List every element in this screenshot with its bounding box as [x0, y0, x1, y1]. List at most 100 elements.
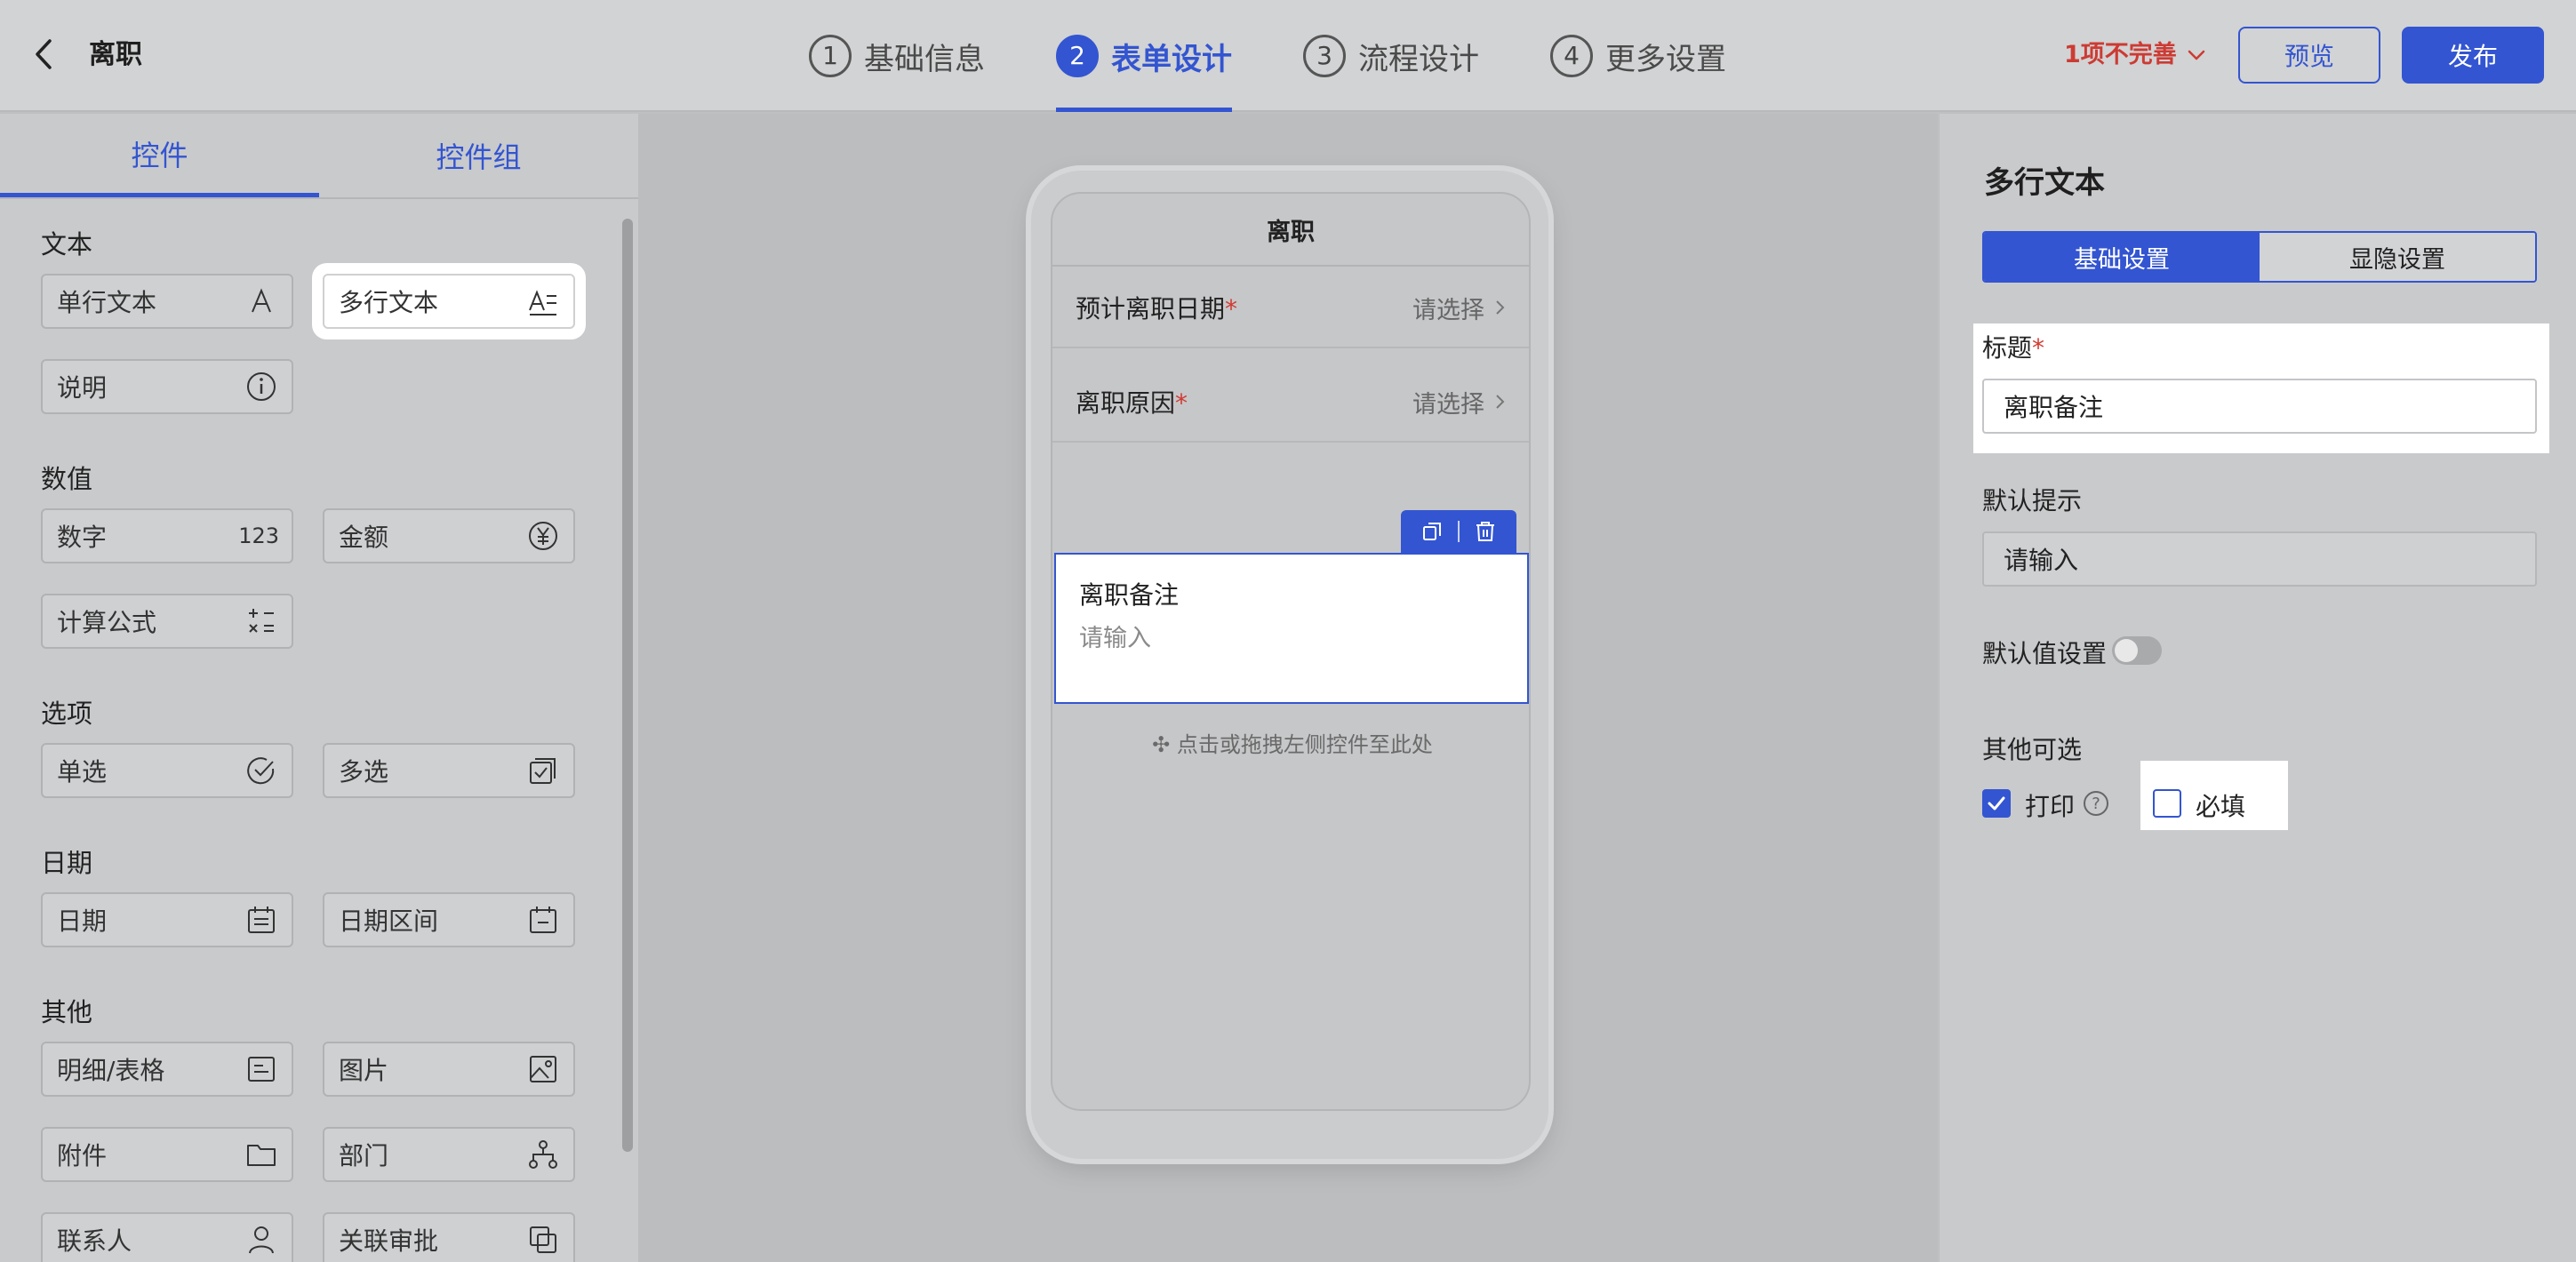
control-label: 计算公式	[57, 608, 157, 637]
image-icon	[525, 1053, 561, 1085]
default-value-label: 默认值设置	[1982, 639, 2108, 668]
other-options-label: 其他可选	[1982, 735, 2083, 764]
trash-icon[interactable]	[1474, 520, 1497, 543]
control-formula[interactable]: 计算公式	[41, 594, 293, 649]
control-label: 单选	[57, 757, 108, 787]
section-title-other: 其他	[41, 997, 93, 1027]
phone-screen: 离职 预计离职日期* 请选择 离职原因* 请选择 离职备注 请输入 ✣ 点击或拖…	[1051, 192, 1531, 1111]
step-form-design[interactable]: 2 表单设计	[1056, 0, 1232, 112]
form-canvas: 离职 预计离职日期* 请选择 离职原因* 请选择 离职备注 请输入 ✣ 点击或拖…	[638, 114, 1938, 1262]
default-value-toggle[interactable]	[2112, 636, 2162, 665]
control-amount[interactable]: 金额	[323, 508, 575, 563]
number-123-icon: 123	[238, 523, 279, 548]
control-department[interactable]: 部门	[323, 1127, 575, 1182]
default-hint-label: 默认提示	[1982, 486, 2083, 515]
control-date[interactable]: 日期	[41, 892, 293, 947]
help-icon[interactable]: ?	[2084, 791, 2108, 816]
default-hint-input[interactable]: 请输入	[1982, 531, 2537, 587]
step-more-settings[interactable]: 4 更多设置	[1550, 0, 1726, 112]
field-placeholder: 请输入	[1079, 625, 1151, 652]
publish-button[interactable]: 发布	[2402, 27, 2544, 84]
controls-tabs: 控件 控件组	[0, 114, 638, 199]
properties-title: 多行文本	[1984, 165, 2105, 201]
print-checkbox[interactable]	[1982, 789, 2011, 818]
field-label: 离职原因*	[1076, 388, 1188, 418]
step-number: 4	[1550, 35, 1593, 77]
toolbar-divider	[1458, 521, 1460, 542]
control-label: 部门	[339, 1141, 389, 1170]
section-title-text: 文本	[41, 229, 93, 260]
tab-visibility-settings[interactable]: 显隐设置	[2260, 233, 2535, 281]
required-label: 必填	[2196, 792, 2246, 821]
table-icon	[244, 1053, 279, 1085]
info-icon	[244, 371, 279, 403]
form-field-reason[interactable]: 离职原因* 请选择	[1052, 363, 1529, 443]
control-label: 明细/表格	[57, 1056, 165, 1085]
incomplete-dropdown[interactable]: 1项不完善	[2064, 36, 2207, 75]
control-label: 关联审批	[339, 1226, 439, 1256]
form-field-remark-selected[interactable]: 离职备注 请输入	[1054, 553, 1529, 704]
step-number: 2	[1056, 35, 1099, 77]
controls-panel: 控件 控件组 文本 单行文本 多行文本 说明 数值 数字 123 金额 计算公式	[0, 114, 638, 1262]
phone-form-title: 离职	[1052, 194, 1529, 267]
control-single-choice[interactable]: 单选	[41, 743, 293, 798]
control-label: 多行文本	[339, 288, 439, 317]
step-process-design[interactable]: 3 流程设计	[1303, 0, 1479, 112]
print-label: 打印	[2025, 792, 2076, 821]
calendar-icon	[244, 904, 279, 936]
calculator-icon	[244, 605, 279, 637]
section-title-date: 日期	[41, 848, 93, 878]
properties-tabs: 基础设置 显隐设置	[1982, 231, 2537, 283]
control-single-line-text[interactable]: 单行文本	[41, 274, 293, 329]
step-number: 3	[1303, 35, 1346, 77]
control-attachment[interactable]: 附件	[41, 1127, 293, 1182]
drop-hint: ✣ 点击或拖拽左侧控件至此处	[1052, 727, 1529, 758]
control-number[interactable]: 数字 123	[41, 508, 293, 563]
field-value: 请选择	[1412, 291, 1509, 325]
tab-controls[interactable]: 控件	[0, 114, 319, 197]
control-multi-choice[interactable]: 多选	[323, 743, 575, 798]
folder-icon	[244, 1138, 279, 1170]
control-label: 附件	[57, 1141, 108, 1170]
control-image[interactable]: 图片	[323, 1042, 575, 1097]
yen-icon	[525, 520, 561, 552]
title-label: 标题*	[1982, 333, 2045, 363]
back-arrow-icon[interactable]	[27, 32, 62, 76]
move-icon: ✣	[1152, 732, 1171, 757]
required-checkbox[interactable]	[2153, 789, 2181, 818]
control-label: 日期区间	[339, 907, 439, 936]
step-label: 表单设计	[1111, 41, 1232, 77]
incomplete-text: 1项不完善	[2064, 41, 2177, 68]
tab-control-groups[interactable]: 控件组	[319, 114, 638, 197]
control-label: 日期	[57, 907, 108, 936]
control-detail-table[interactable]: 明细/表格	[41, 1042, 293, 1097]
form-field-expected-date[interactable]: 预计离职日期* 请选择	[1052, 268, 1529, 348]
drop-hint-text: 点击或拖拽左侧控件至此处	[1176, 732, 1433, 757]
control-label: 联系人	[57, 1226, 132, 1256]
field-toolbar	[1401, 510, 1516, 553]
tab-basic-settings[interactable]: 基础设置	[1984, 233, 2260, 281]
control-related-approval[interactable]: 关联审批	[323, 1212, 575, 1262]
control-description[interactable]: 说明	[41, 359, 293, 414]
step-label: 更多设置	[1605, 41, 1726, 77]
section-title-options: 选项	[41, 699, 93, 729]
checkmark-icon	[1988, 796, 2005, 811]
copy-icon[interactable]	[1420, 520, 1444, 543]
control-multi-line-text[interactable]: 多行文本	[323, 274, 575, 329]
chevron-right-icon	[1496, 300, 1505, 315]
control-label: 单行文本	[57, 288, 157, 317]
control-label: 金额	[339, 523, 389, 552]
control-date-range[interactable]: 日期区间	[323, 892, 575, 947]
control-label: 数字	[57, 523, 108, 552]
scrollbar[interactable]	[622, 219, 633, 1152]
page-title: 离职	[89, 39, 142, 70]
preview-button[interactable]: 预览	[2238, 27, 2380, 84]
control-label: 图片	[339, 1056, 389, 1085]
field-label: 离职备注	[1079, 580, 1180, 610]
title-input[interactable]: 离职备注	[1982, 379, 2537, 434]
step-label: 基础信息	[864, 41, 985, 77]
link-copy-icon	[525, 1224, 561, 1256]
control-contact[interactable]: 联系人	[41, 1212, 293, 1262]
step-basic-info[interactable]: 1 基础信息	[809, 0, 985, 112]
org-chart-icon	[525, 1138, 561, 1170]
